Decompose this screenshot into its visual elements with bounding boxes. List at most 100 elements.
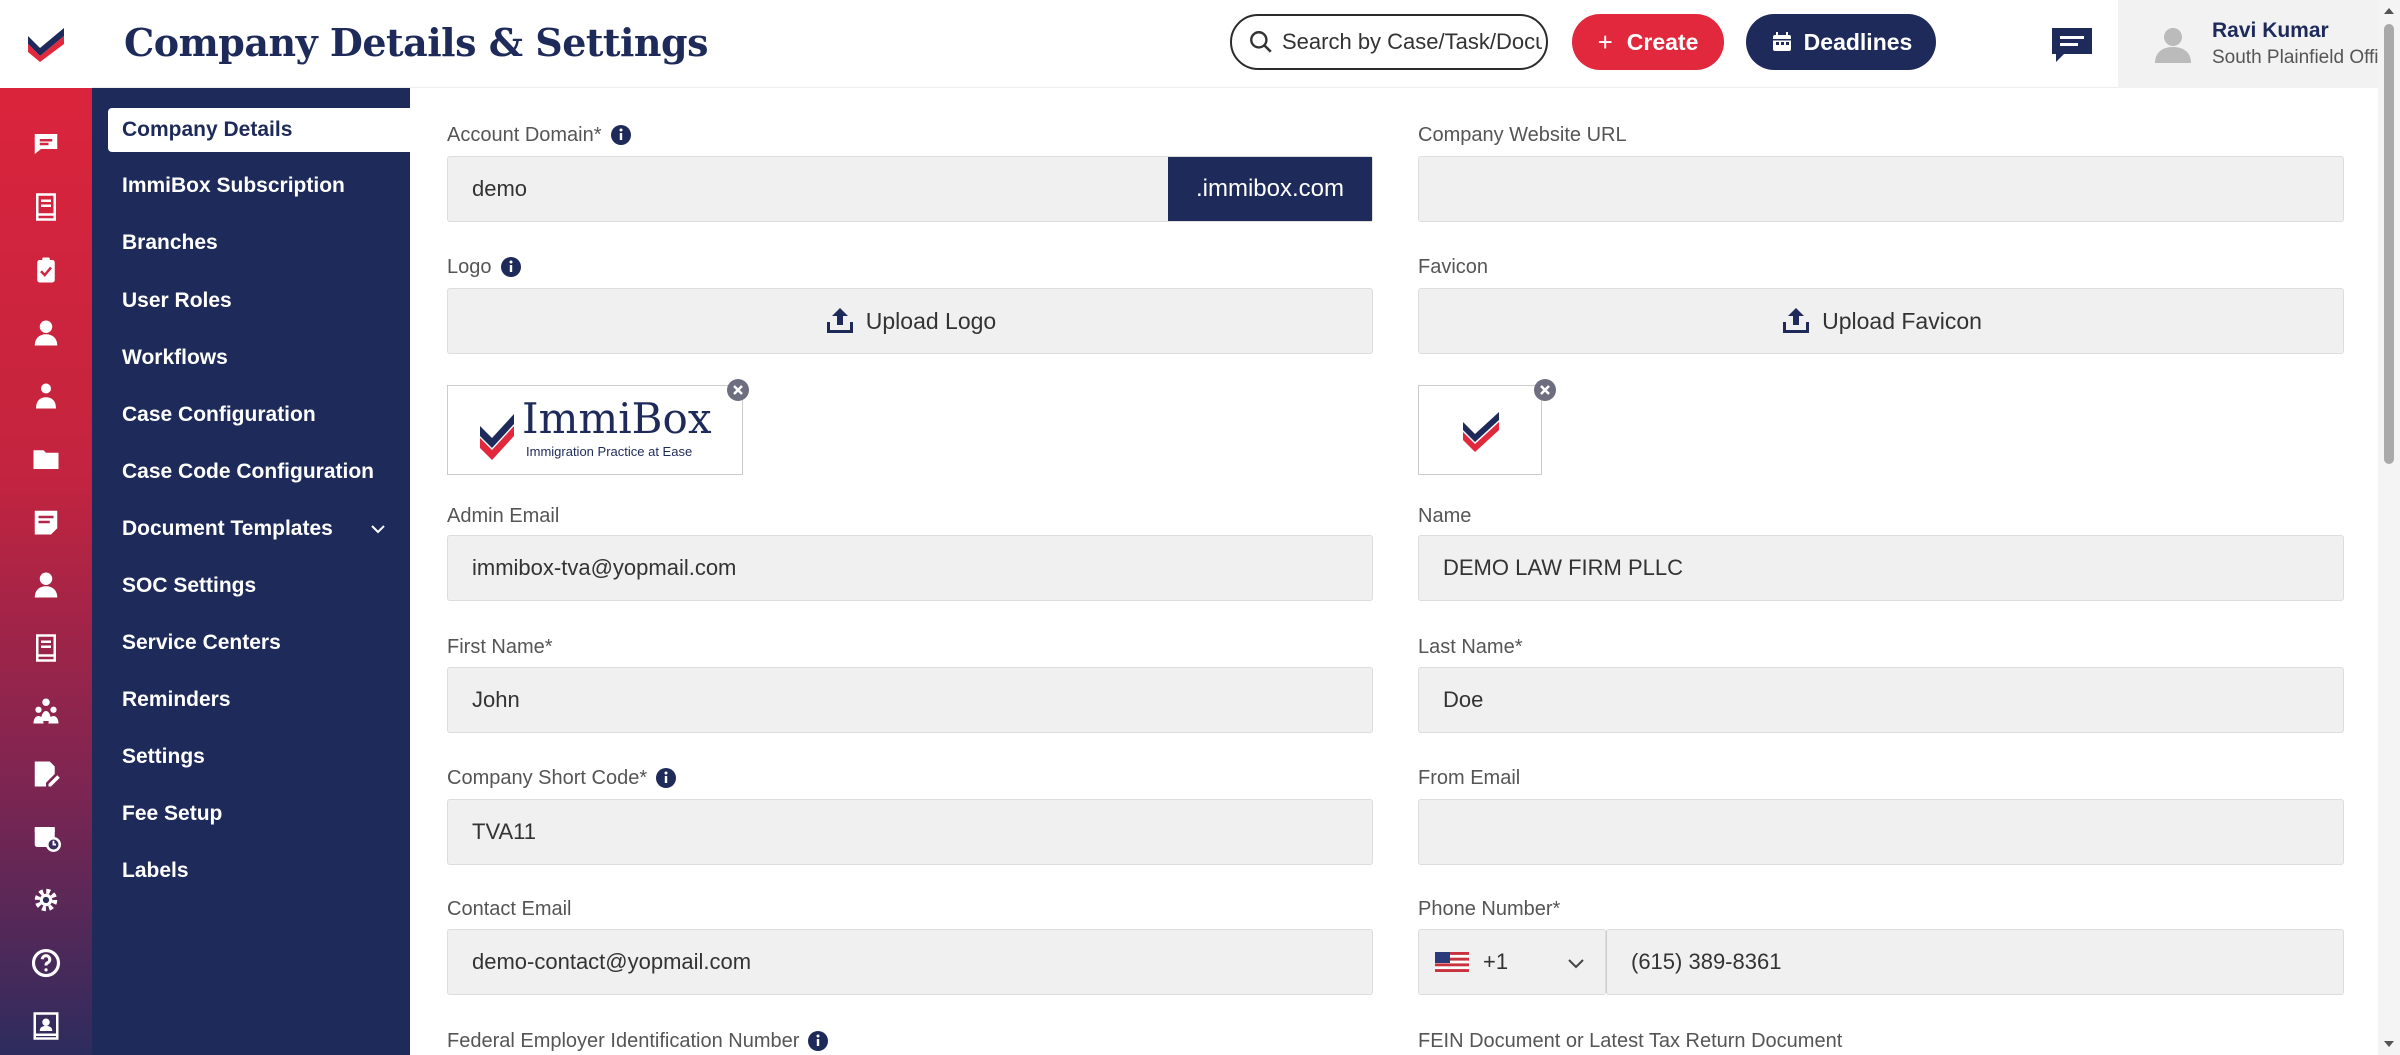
- info-icon[interactable]: [610, 124, 632, 146]
- company-short-code-input[interactable]: TVA11: [447, 799, 1373, 865]
- logo-field: Logo: [447, 254, 522, 280]
- account-domain-input[interactable]: demo .immibox.com: [447, 156, 1373, 222]
- chat-icon[interactable]: [2050, 26, 2094, 64]
- search-input[interactable]: [1282, 29, 1542, 55]
- company-website-input[interactable]: [1418, 156, 2344, 222]
- create-button[interactable]: + Create: [1572, 14, 1724, 70]
- scroll-down-icon[interactable]: [2378, 1033, 2400, 1055]
- sidebar-item-label: Settings: [122, 745, 205, 768]
- sidebar-item-label: Labels: [122, 859, 189, 882]
- sidebar-item-immibox-subscription[interactable]: ImmiBox Subscription: [108, 164, 410, 208]
- last-name-field: Last Name*: [1418, 634, 1523, 660]
- upload-icon: [1783, 308, 1810, 333]
- remove-favicon-icon[interactable]: [1533, 378, 1557, 402]
- sidebar-item-company-details[interactable]: Company Details: [108, 108, 410, 152]
- upload-logo-label: Upload Logo: [865, 307, 997, 334]
- gear-icon[interactable]: [0, 868, 92, 931]
- plus-icon: +: [1597, 26, 1613, 57]
- page-title: Company Details & Settings: [124, 20, 709, 65]
- logo-tagline: Immigration Practice at Ease: [526, 444, 693, 459]
- phone-number-input[interactable]: (615) 389-8361: [1606, 929, 2344, 995]
- sidebar-item-label: Branches: [122, 231, 218, 254]
- company-website-field: Company Website URL: [1418, 122, 1627, 148]
- sidebar-item-soc-settings[interactable]: SOC Settings: [108, 564, 410, 608]
- sidebar-item-service-centers[interactable]: Service Centers: [108, 621, 410, 665]
- field-label: Company Website URL: [1418, 123, 1627, 146]
- upload-favicon-button[interactable]: Upload Favicon: [1418, 288, 2344, 354]
- sidebar-item-label: Workflows: [122, 346, 228, 369]
- profile-card-icon[interactable]: [0, 994, 92, 1055]
- calendar-icon[interactable]: [0, 805, 92, 868]
- scroll-thumb[interactable]: [2384, 24, 2394, 464]
- sidebar-item-case-configuration[interactable]: Case Configuration: [108, 393, 410, 437]
- ledger-icon[interactable]: [0, 616, 92, 679]
- sidebar-item-label: Case Code Configuration: [122, 460, 375, 483]
- chat-icon[interactable]: [0, 112, 92, 175]
- last-name-input[interactable]: Doe: [1418, 667, 2344, 733]
- from-email-input[interactable]: [1418, 799, 2344, 865]
- notes-icon[interactable]: [0, 490, 92, 553]
- sidebar-item-label: SOC Settings: [122, 574, 257, 597]
- scroll-up-icon[interactable]: [2378, 0, 2400, 22]
- admin-email-input[interactable]: immibox-tva@yopmail.com: [447, 535, 1373, 601]
- contact-icon[interactable]: [0, 553, 92, 616]
- top-header: Company Details & Settings + Create Dead…: [92, 0, 2400, 88]
- from-email-field: From Email: [1418, 765, 1520, 791]
- field-label: First Name*: [447, 635, 553, 658]
- folder-icon[interactable]: [0, 427, 92, 490]
- remove-logo-icon[interactable]: [726, 378, 750, 402]
- book-icon[interactable]: [0, 175, 92, 238]
- domain-suffix: .immibox.com: [1168, 157, 1372, 221]
- sidebar-item-user-roles[interactable]: User Roles: [108, 279, 410, 323]
- user-menu[interactable]: Ravi Kumar South Plainfield Office: [2118, 0, 2400, 88]
- sidebar-item-labels[interactable]: Labels: [108, 849, 410, 893]
- sidebar-item-label: ImmiBox Subscription: [122, 174, 345, 197]
- contact-email-input[interactable]: demo-contact@yopmail.com: [447, 929, 1373, 995]
- user-name: Ravi Kumar: [2212, 19, 2329, 42]
- account-domain-field: Account Domain*: [447, 122, 632, 148]
- clipboard-icon[interactable]: [0, 238, 92, 301]
- edit-doc-icon[interactable]: [0, 742, 92, 805]
- app-logo[interactable]: [0, 0, 92, 88]
- immibox-logo-icon: [480, 414, 514, 460]
- country-code-select[interactable]: +1: [1418, 929, 1606, 995]
- field-label: From Email: [1418, 766, 1521, 789]
- sidebar-item-workflows[interactable]: Workflows: [108, 336, 410, 380]
- info-icon[interactable]: [500, 256, 522, 278]
- chevron-down-icon: [1568, 959, 1584, 969]
- fein-document-field: FEIN Document or Latest Tax Return Docum…: [1418, 1028, 1842, 1054]
- search-box[interactable]: [1230, 14, 1548, 70]
- sidebar-item-fee-setup[interactable]: Fee Setup: [108, 792, 410, 836]
- sidebar-item-label: Reminders: [122, 688, 231, 711]
- upload-logo-button[interactable]: Upload Logo: [447, 288, 1373, 354]
- settings-sidebar: Company Details ImmiBox Subscription Bra…: [92, 88, 410, 1055]
- field-label: Federal Employer Identification Number: [447, 1029, 800, 1052]
- immibox-logo-icon: [28, 28, 64, 62]
- info-icon[interactable]: [655, 767, 677, 789]
- help-icon[interactable]: [0, 931, 92, 994]
- sidebar-item-label: Case Configuration: [122, 403, 316, 426]
- input-value: immibox-tva@yopmail.com: [472, 555, 737, 580]
- user-icon[interactable]: [0, 301, 92, 364]
- input-value: demo: [472, 176, 528, 201]
- deadlines-button[interactable]: Deadlines: [1746, 14, 1936, 70]
- sidebar-item-branches[interactable]: Branches: [108, 221, 410, 265]
- upload-icon: [826, 308, 853, 333]
- icon-rail: [0, 0, 92, 1055]
- first-name-input[interactable]: John: [447, 667, 1373, 733]
- sidebar-item-document-templates[interactable]: Document Templates: [108, 507, 410, 551]
- sidebar-item-reminders[interactable]: Reminders: [108, 678, 410, 722]
- sidebar-item-settings[interactable]: Settings: [108, 735, 410, 779]
- field-label: Name: [1418, 504, 1472, 527]
- info-icon[interactable]: [807, 1030, 829, 1052]
- users-icon[interactable]: [0, 364, 92, 427]
- name-input[interactable]: DEMO LAW FIRM PLLC: [1418, 535, 2344, 601]
- sidebar-item-case-code-configuration[interactable]: Case Code Configuration: [108, 450, 410, 494]
- user-office: South Plainfield Office: [2212, 47, 2399, 68]
- page-scrollbar[interactable]: [2378, 0, 2400, 1055]
- contact-email-field: Contact Email: [447, 896, 572, 922]
- input-value: TVA11: [472, 819, 536, 844]
- avatar: [2155, 28, 2191, 63]
- team-icon[interactable]: [0, 679, 92, 742]
- favicon-preview: [1418, 385, 1542, 475]
